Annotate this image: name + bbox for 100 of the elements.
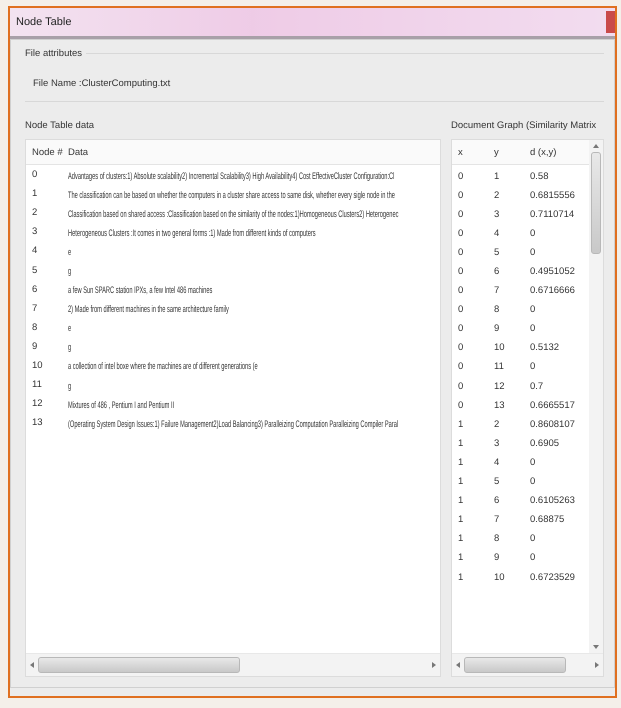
table-cell: 0	[530, 533, 536, 544]
table-cell: Mixtures of 486 , Pentium I and Pentium II	[68, 400, 174, 411]
table-cell-text: 3	[32, 226, 38, 238]
table-cell-text: 12	[32, 398, 44, 410]
table-cell: 0	[530, 246, 536, 258]
table-cell: 0	[530, 304, 536, 316]
scrollbar-thumb[interactable]	[38, 657, 240, 673]
table-cell: 1	[494, 170, 500, 182]
table-cell: 10	[494, 342, 505, 354]
table-cell: 0.6905	[530, 438, 560, 449]
table-cell: 2) Made from different machines in the same architecture family	[68, 304, 229, 316]
table-cell-text: 7	[32, 302, 38, 314]
scroll-arrow-icon[interactable]	[593, 144, 599, 148]
table-cell: g	[68, 342, 72, 354]
table-cell: 0.6665517	[530, 400, 575, 411]
table-cell: a collection of intel boxe where the machines are of different generations (e	[68, 361, 258, 372]
table-cell-text: 1	[32, 188, 38, 200]
file-name-label: File Name :ClusterComputing.txt	[33, 78, 170, 89]
vertical-scrollbar[interactable]	[589, 140, 603, 653]
table-cell: 0	[530, 228, 536, 239]
table-cell-text: 4	[32, 245, 38, 256]
scrollbar-thumb[interactable]	[591, 152, 601, 254]
panel-heading: Node Table data	[25, 120, 96, 131]
table-cell: Advantages of clusters:1) Absolute scalability2) Incremental Scalability3) High Availability4) Cost EffectiveCluster Configuration:Cl	[68, 170, 394, 182]
table-cell-text: 5	[32, 264, 38, 276]
table-cell: 0	[458, 361, 464, 372]
table-cell: 0.6716666	[530, 285, 575, 296]
column-header[interactable]: y	[494, 146, 530, 158]
table-cell: 0	[530, 456, 536, 468]
table-cell: 0.7110714	[530, 208, 574, 220]
table-cell: 7	[494, 285, 500, 296]
table-cell: 0.7	[530, 380, 544, 392]
column-header[interactable]: d (x,y)	[530, 146, 589, 158]
table-cell: 4	[494, 456, 500, 468]
table-cell: 0	[458, 304, 464, 316]
table-cell: 0	[458, 342, 464, 354]
table-cell: 0.5132	[530, 342, 560, 354]
horizontal-scrollbar[interactable]	[452, 653, 603, 676]
column-header[interactable]: Data	[68, 146, 440, 158]
table-cell: 2	[494, 418, 500, 430]
table-cell: Classification based on shared access :Classification based on the similarity of the nodes:1)Homogeneous Clusters2) Heterogenec	[68, 208, 398, 220]
table-cell: 0	[530, 323, 536, 334]
table-cell: 0	[458, 285, 464, 296]
table-cell-text: 8	[32, 322, 38, 333]
table-cell: 13	[494, 400, 505, 411]
table-cell: 0	[530, 361, 536, 372]
table-cell: e	[68, 246, 72, 258]
table-cell: 5	[494, 476, 500, 488]
table-cell: 3	[494, 438, 500, 449]
scroll-arrow-icon[interactable]	[593, 645, 599, 649]
table-cell: 6	[494, 495, 500, 506]
table-cell: 0.6815556	[530, 190, 575, 201]
table-cell: 0.6723529	[530, 572, 575, 583]
table-cell: 1	[458, 456, 464, 468]
table-cell: 5	[494, 246, 500, 258]
scroll-arrow-icon[interactable]	[456, 662, 460, 668]
table-cell: 0.8608107	[530, 418, 575, 430]
table-cell: 11	[494, 361, 504, 372]
group-heading: File attributes	[25, 48, 82, 59]
table-cell: 0	[458, 246, 464, 258]
table-cell: 0.68875	[530, 514, 564, 526]
table-cell: 8	[494, 304, 500, 316]
table-cell: 6	[494, 266, 500, 278]
column-header[interactable]: x	[458, 146, 494, 158]
table-cell: 1	[458, 533, 464, 544]
table-cell: 1	[458, 476, 464, 488]
table-cell: 1	[458, 418, 464, 430]
table-cell: 8	[494, 533, 500, 544]
table-cell: g	[68, 380, 72, 392]
table-cell: 1	[458, 552, 464, 564]
scroll-arrow-icon[interactable]	[30, 662, 34, 668]
table-cell-text: 0	[32, 169, 38, 180]
table-cell: 0	[458, 266, 464, 278]
scroll-arrow-icon[interactable]	[595, 662, 599, 668]
scroll-arrow-icon[interactable]	[432, 662, 436, 668]
table-cell: 0	[458, 323, 464, 334]
table-cell: a few Sun SPARC station IPXs, a few Intel 486 machines	[68, 285, 212, 296]
table-cell: 0	[458, 190, 464, 201]
table-cell-text: 10	[32, 360, 44, 371]
panel-heading: Document Graph (Similarity Matrix	[451, 120, 598, 131]
table-cell: 0.4951052	[530, 266, 575, 278]
column-header[interactable]: Node #	[32, 146, 68, 158]
table-cell: 9	[494, 323, 500, 334]
horizontal-scrollbar[interactable]	[26, 653, 440, 676]
table-cell: 0	[530, 476, 536, 488]
table-cell: g	[68, 266, 72, 278]
table-cell: 0	[458, 208, 464, 220]
table-cell: 1	[458, 572, 464, 583]
table-cell: 10	[494, 572, 505, 583]
window-title: Node Table	[16, 16, 72, 28]
table-cell: 0	[458, 400, 464, 411]
table-cell: (Operating System Design Issues:1) Failure Management2)Load Balancing3) Paralleizing Computation Paralleizing Compiler Paral	[68, 418, 398, 430]
close-button[interactable]	[606, 11, 615, 33]
table-cell-text: 9	[32, 340, 38, 352]
scrollbar-thumb[interactable]	[464, 657, 566, 673]
table-cell: 0	[458, 380, 464, 392]
table-cell: 0.6105263	[530, 495, 575, 506]
table-cell-text: 13	[32, 417, 44, 428]
table-cell-text: 6	[32, 284, 38, 295]
table-cell: The classification can be based on whether the computers in a cluster share access to same disk, whether every sigle node in the	[68, 190, 395, 201]
